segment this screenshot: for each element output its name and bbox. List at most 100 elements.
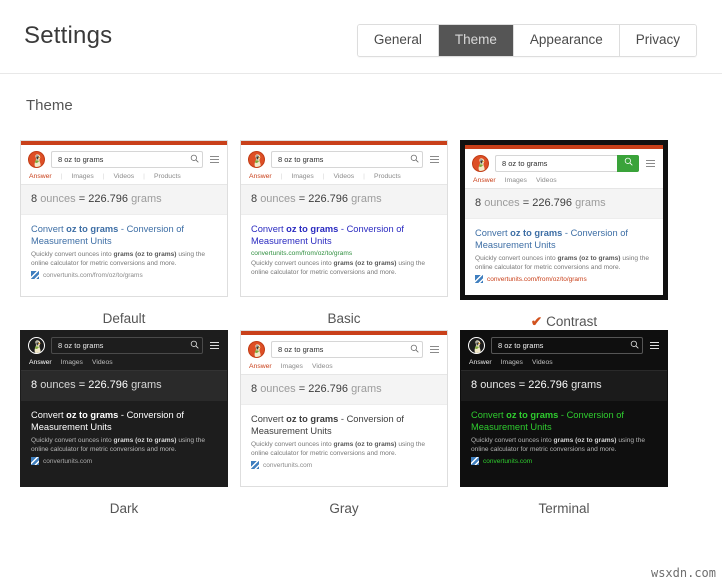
preview-nav-tab-images[interactable]: Images [505, 177, 527, 184]
hamburger-icon[interactable] [210, 154, 219, 165]
preview-search-input[interactable]: 8 oz to grams [271, 341, 423, 358]
theme-card-basic[interactable]: 8 oz to gramsAnswer|Images|Videos|Produc… [240, 140, 448, 326]
result-title-link[interactable]: Convert oz to grams - Conversion of Meas… [251, 224, 437, 247]
tab-privacy[interactable]: Privacy [620, 25, 696, 56]
search-icon[interactable] [186, 154, 202, 165]
search-icon[interactable] [186, 340, 202, 351]
theme-card-terminal[interactable]: 8 oz to gramsAnswerImagesVideos8 ounces … [460, 330, 668, 516]
hamburger-icon[interactable] [430, 154, 439, 165]
preview-search-input[interactable]: 8 oz to grams [491, 337, 643, 354]
theme-preview-terminal[interactable]: 8 oz to gramsAnswerImagesVideos8 ounces … [460, 330, 668, 487]
preview-instant-answer: 8 ounces = 226.796 grams [241, 185, 447, 215]
preview-nav-divider: | [281, 173, 283, 180]
settings-tab-bar: GeneralThemeAppearancePrivacy [357, 24, 697, 57]
tab-theme[interactable]: Theme [439, 25, 514, 56]
search-icon[interactable] [626, 340, 642, 351]
selected-check-icon: ✔ [531, 314, 542, 329]
preview-nav-tab-products[interactable]: Products [374, 173, 401, 180]
preview-nav-tab-images[interactable]: Images [291, 173, 313, 180]
preview-search-result: Convert oz to grams - Conversion of Meas… [241, 215, 447, 285]
preview-search-input[interactable]: 8 oz to grams [271, 151, 423, 168]
favicon-icon [475, 275, 483, 283]
answer-number: 8 [471, 379, 477, 391]
preview-search-input[interactable]: 8 oz to grams [495, 155, 639, 172]
result-title-link[interactable]: Convert oz to grams - Conversion of Meas… [31, 224, 217, 247]
theme-grid: 8 oz to gramsAnswer|Images|Videos|Produc… [20, 140, 700, 516]
preview-nav-tab-images[interactable]: Images [281, 363, 303, 370]
result-title-link[interactable]: Convert oz to grams - Conversion of Meas… [471, 410, 657, 433]
hamburger-icon[interactable] [210, 340, 219, 351]
result-description: Quickly convert ounces into grams (oz to… [251, 259, 437, 277]
duckduckgo-logo-icon [248, 341, 265, 358]
theme-preview-default[interactable]: 8 oz to gramsAnswer|Images|Videos|Produc… [20, 140, 228, 297]
theme-preview-contrast[interactable]: 8 oz to grams Answer Images Videos 8 ounces … [460, 140, 668, 300]
theme-preview-basic[interactable]: 8 oz to gramsAnswer|Images|Videos|Produc… [240, 140, 448, 297]
result-url[interactable]: convertunits.com [263, 462, 312, 469]
result-description: Quickly convert ounces into grams (oz to… [475, 254, 653, 272]
preview-nav-tab-answer[interactable]: Answer [249, 363, 272, 370]
result-footer: convertunits.com [251, 461, 437, 469]
preview-nav-tab-answer[interactable]: Answer [469, 359, 492, 366]
preview-nav-tabs: Answer Images Videos [241, 361, 447, 374]
preview-nav-tab-answer[interactable]: Answer [29, 359, 52, 366]
preview-nav-tab-answer[interactable]: Answer [249, 173, 272, 180]
theme-card-gray[interactable]: 8 oz to gramsAnswerImagesVideos8 ounces … [240, 330, 448, 516]
theme-cell-dark: 8 oz to gramsAnswerImagesVideos8 ounces … [20, 330, 240, 516]
result-title-link[interactable]: Convert oz to grams - Conversion of Meas… [475, 228, 653, 251]
result-url[interactable]: convertunits.com/from/oz/to/grams [251, 250, 437, 257]
answer-value: 226.796 [532, 197, 572, 209]
preview-search-row: 8 oz to grams [241, 145, 447, 171]
preview-nav-tab-videos[interactable]: Videos [532, 359, 553, 366]
answer-number: 8 [475, 197, 481, 209]
tab-appearance[interactable]: Appearance [514, 25, 620, 56]
theme-preview-dark[interactable]: 8 oz to gramsAnswerImagesVideos8 ounces … [20, 330, 228, 487]
preview-search-input[interactable]: 8 oz to grams [51, 151, 203, 168]
preview-search-input[interactable]: 8 oz to grams [51, 337, 203, 354]
preview-nav-tab-videos[interactable]: Videos [312, 363, 333, 370]
tab-general[interactable]: General [358, 25, 439, 56]
preview-nav-tab-videos[interactable]: Videos [536, 177, 557, 184]
preview-nav-divider: | [103, 173, 105, 180]
answer-value: 226.796 [308, 193, 348, 205]
result-url[interactable]: convertunits.com [43, 458, 92, 465]
result-title-link[interactable]: Convert oz to grams - Conversion of Meas… [31, 410, 217, 433]
answer-number: 8 [251, 383, 257, 395]
result-url[interactable]: convertunits.com/from/oz/to/grams [487, 276, 587, 283]
preview-nav-tabs: Answer Images Videos [21, 357, 227, 370]
result-title-link[interactable]: Convert oz to grams - Conversion of Meas… [251, 414, 437, 437]
result-url[interactable]: convertunits.com [483, 458, 532, 465]
theme-card-default[interactable]: 8 oz to gramsAnswer|Images|Videos|Produc… [20, 140, 228, 326]
theme-name: Default [103, 311, 146, 326]
hamburger-icon[interactable] [430, 344, 439, 355]
hamburger-icon[interactable] [650, 340, 659, 351]
preview-nav-tab-answer[interactable]: Answer [29, 173, 52, 180]
result-url[interactable]: convertunits.com/from/oz/to/grams [43, 272, 143, 279]
preview-search-query: 8 oz to grams [278, 155, 406, 164]
theme-label-terminal: ✔Terminal [460, 501, 668, 516]
duckduckgo-logo-icon [472, 155, 489, 172]
theme-card-contrast[interactable]: 8 oz to grams Answer Images Videos 8 ounces … [460, 140, 668, 330]
preview-nav-tab-images[interactable]: Images [71, 173, 93, 180]
result-footer: convertunits.com [471, 457, 657, 465]
preview-nav-tab-products[interactable]: Products [154, 173, 181, 180]
theme-cell-contrast: 8 oz to grams Answer Images Videos 8 ounces … [460, 140, 680, 330]
result-description: Quickly convert ounces into grams (oz to… [31, 250, 217, 268]
answer-unit-from: ounces [484, 197, 519, 209]
preview-nav-tab-videos[interactable]: Videos [92, 359, 113, 366]
preview-nav-tab-videos[interactable]: Videos [114, 173, 135, 180]
theme-name: Basic [327, 311, 360, 326]
preview-nav-tab-answer[interactable]: Answer [473, 177, 496, 184]
answer-unit-from: ounces [260, 383, 295, 395]
preview-instant-answer: 8 ounces = 226.796 grams [465, 189, 663, 219]
theme-card-dark[interactable]: 8 oz to gramsAnswerImagesVideos8 ounces … [20, 330, 228, 516]
answer-unit-to: grams [351, 383, 382, 395]
search-icon[interactable] [617, 155, 639, 172]
search-icon[interactable] [406, 344, 422, 355]
theme-cell-gray: 8 oz to gramsAnswerImagesVideos8 ounces … [240, 330, 460, 516]
preview-nav-tab-images[interactable]: Images [501, 359, 523, 366]
preview-nav-tab-images[interactable]: Images [61, 359, 83, 366]
theme-preview-gray[interactable]: 8 oz to gramsAnswerImagesVideos8 ounces … [240, 330, 448, 487]
preview-nav-tab-videos[interactable]: Videos [334, 173, 355, 180]
hamburger-icon[interactable] [646, 158, 655, 169]
search-icon[interactable] [406, 154, 422, 165]
